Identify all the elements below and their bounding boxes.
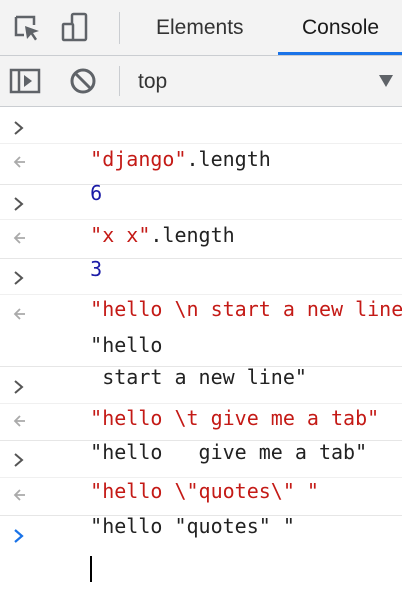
console-input-row: "hello \"quotes\" " <box>0 441 402 503</box>
output-return-icon <box>8 405 30 437</box>
output-return-icon <box>8 222 30 254</box>
device-toggle-icon[interactable] <box>58 10 92 46</box>
devtools-tab-bar: Elements Console <box>0 0 402 56</box>
console-input-row: "hello \t give me a tab" <box>0 367 402 430</box>
input-prompt-icon <box>8 112 30 144</box>
context-dropdown-arrow-icon[interactable] <box>379 75 393 87</box>
console-messages: "django".length 6 "x x".length 3 "hello … <box>0 107 402 582</box>
console-input-row: "hello \n start a new line" <box>0 259 402 321</box>
context-selector[interactable]: top <box>138 56 167 106</box>
tab-console[interactable]: Console <box>302 0 379 55</box>
console-output-row: 6 <box>0 144 402 205</box>
output-string-line: "hello <box>90 333 163 357</box>
tab-separator <box>119 12 120 44</box>
input-prompt-icon <box>8 262 30 294</box>
console-output-row: "hello "quotes" " <box>0 478 402 538</box>
output-return-icon <box>8 146 30 178</box>
active-tab-indicator <box>278 52 402 55</box>
console-prompt-input[interactable] <box>0 516 402 582</box>
inspect-element-icon[interactable] <box>10 10 44 46</box>
output-return-icon <box>8 479 30 511</box>
console-input-row: "x x".length <box>0 185 402 247</box>
console-output-row: "hello give me a tab" <box>0 404 402 464</box>
console-input-row: "django".length <box>0 107 402 171</box>
prompt-chevron-icon <box>8 520 30 552</box>
input-prompt-icon <box>8 188 30 220</box>
input-prompt-icon <box>8 444 30 476</box>
input-prompt-icon <box>8 371 30 403</box>
console-toolbar: top <box>0 56 402 107</box>
tab-elements[interactable]: Elements <box>156 0 244 55</box>
text-caret <box>90 555 93 582</box>
sidebar-toggle-icon[interactable] <box>8 65 42 97</box>
clear-console-icon[interactable] <box>66 65 100 97</box>
console-output-row: 3 <box>0 220 402 281</box>
output-return-icon <box>8 298 30 330</box>
toolbar-separator <box>119 66 120 96</box>
console-output-row: "hello start a new line" <box>0 295 402 389</box>
